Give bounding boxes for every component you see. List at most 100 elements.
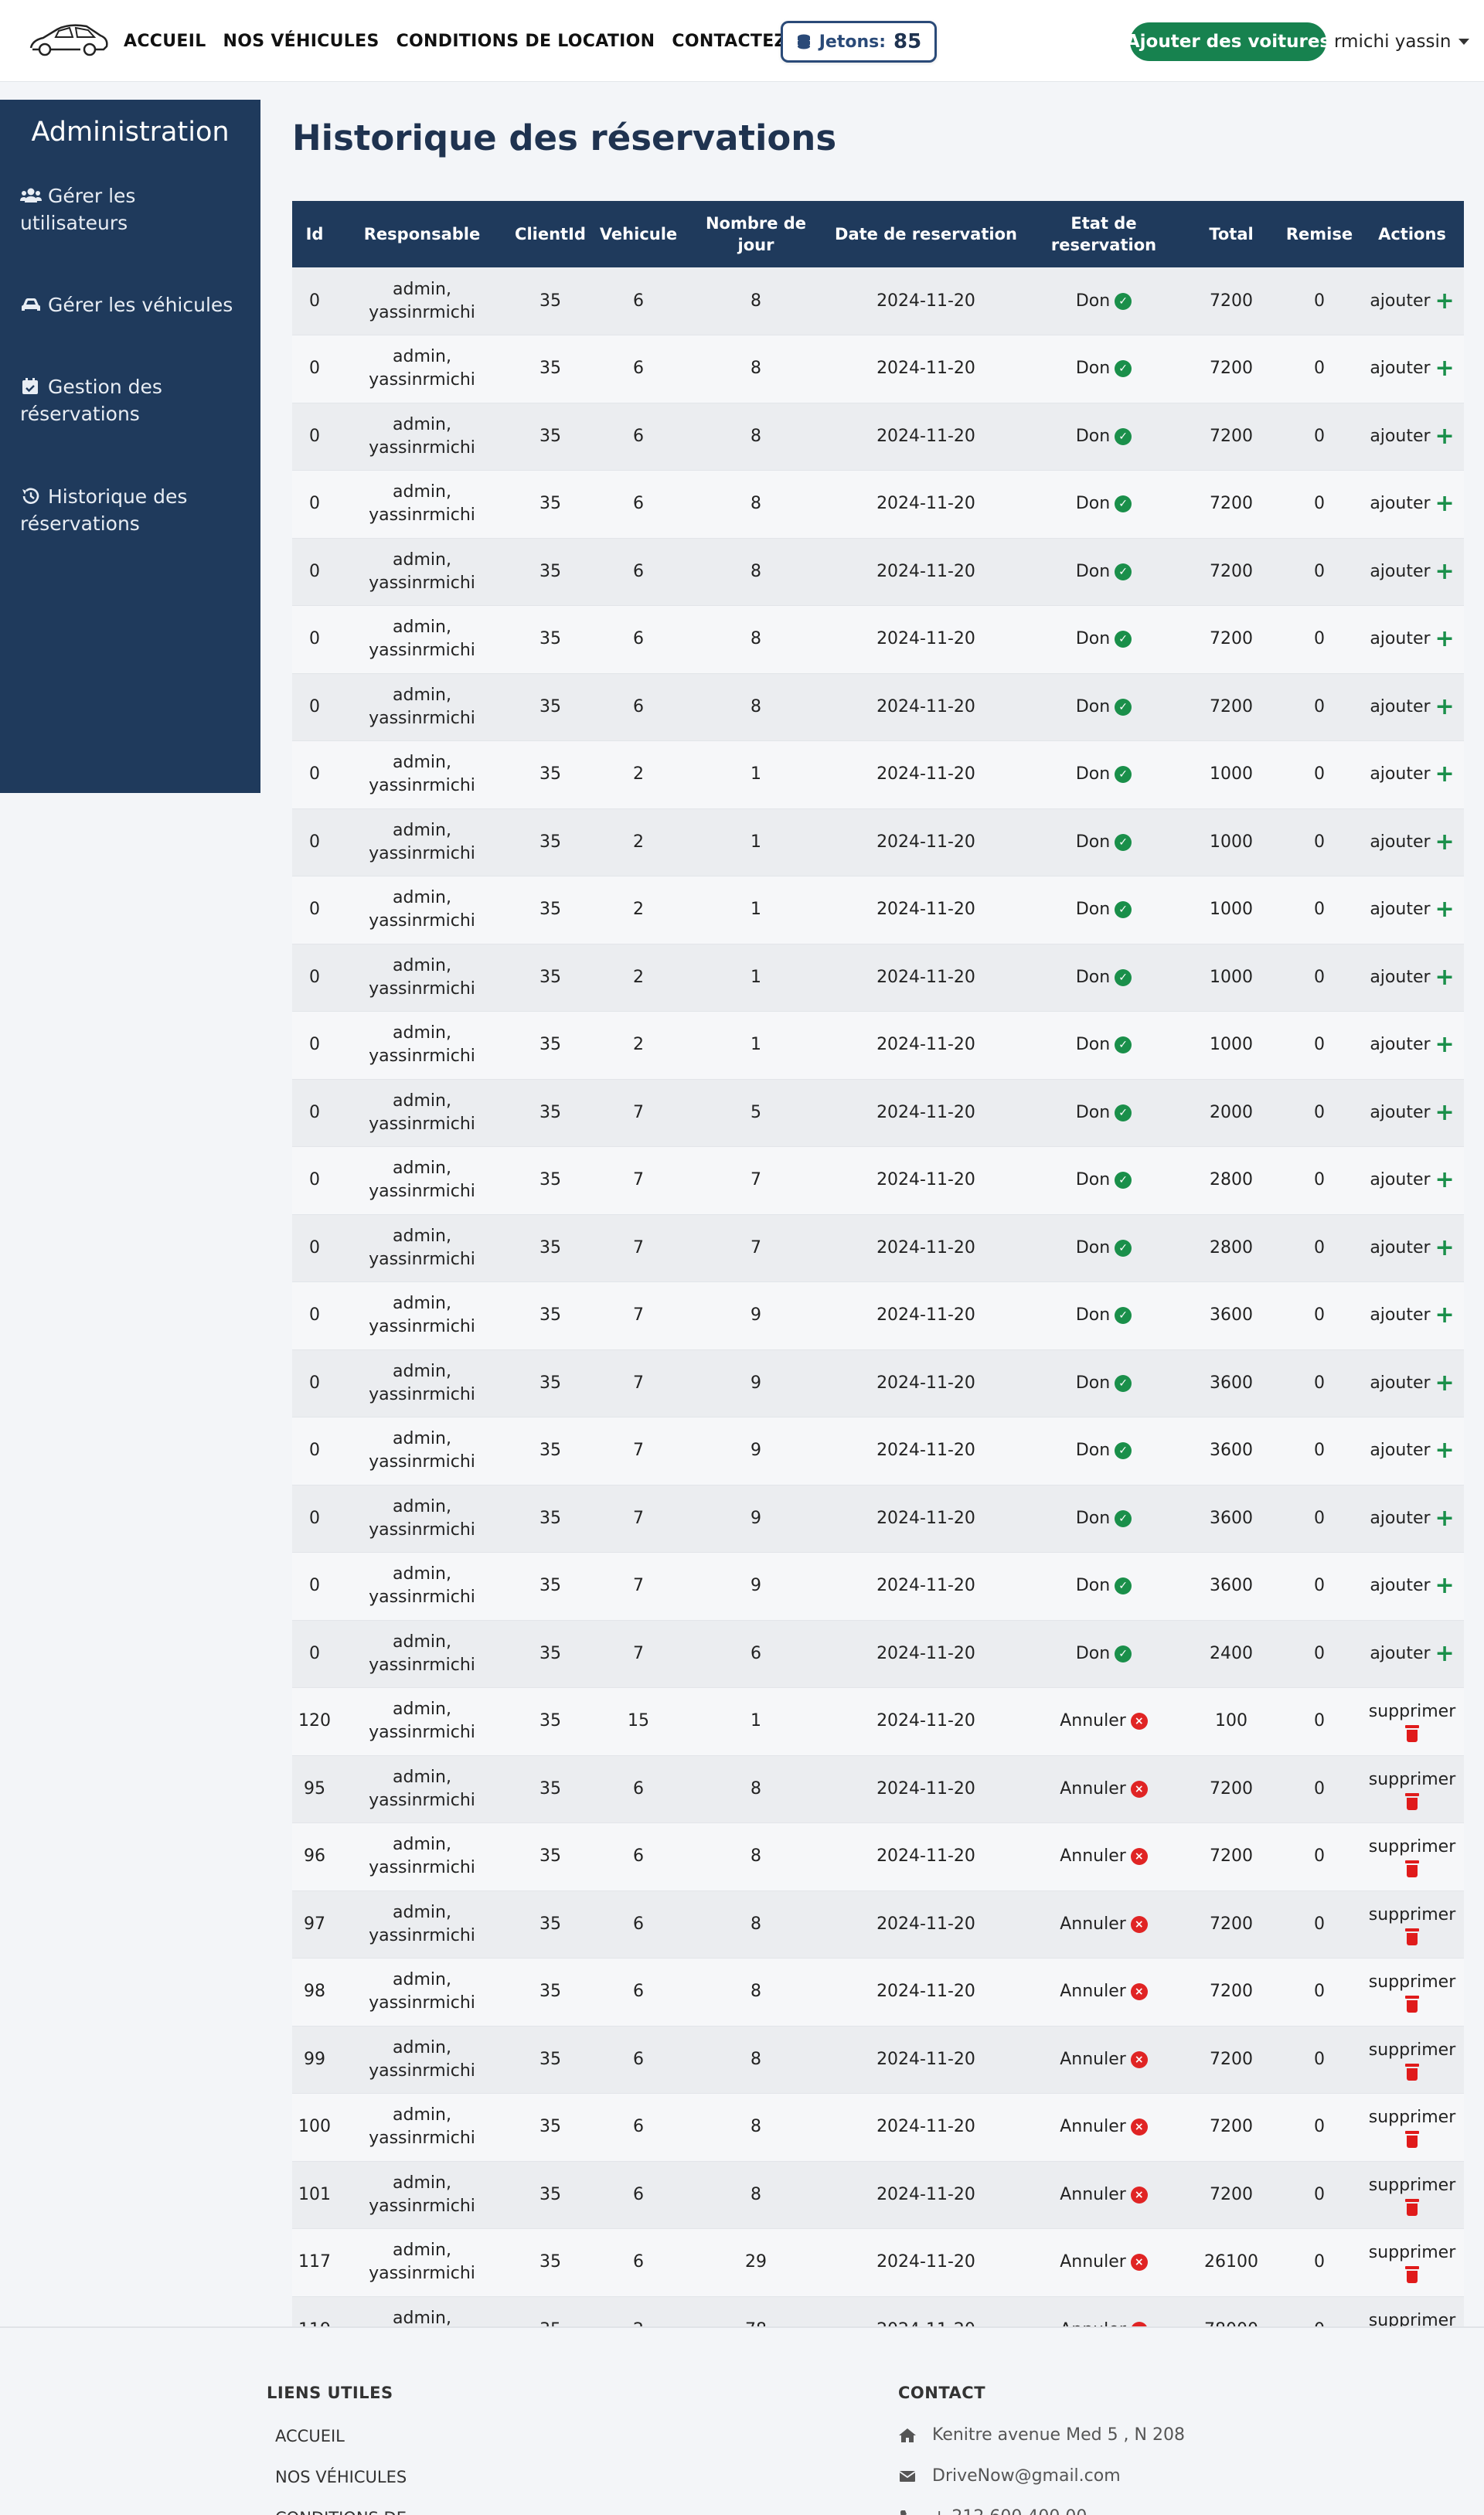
cell-vehicule: 6 [594, 470, 683, 539]
action-label: ajouter [1370, 900, 1431, 920]
delete-button[interactable]: supprimer [1369, 1768, 1455, 1810]
sidebar-item-vehicles[interactable]: Gérer les véhicules [20, 291, 244, 318]
cell-remise: 0 [1278, 1214, 1360, 1282]
footer-link-accueil[interactable]: ACCUEIL [275, 2427, 345, 2445]
action-label: ajouter [1370, 1576, 1431, 1596]
status-badge: Don ✓ [1076, 628, 1132, 651]
cell-date: 2024-11-20 [829, 470, 1023, 539]
x-circle-icon: × [1130, 1780, 1148, 1798]
status-text: Don [1075, 1643, 1111, 1663]
action-label: ajouter [1370, 1643, 1431, 1663]
check-circle-icon: ✓ [1115, 901, 1132, 919]
add-button[interactable]: ajouter + [1370, 763, 1454, 786]
table-row: 0 admin, yassinrmichi 35 7 5 2024-11-20 Don ✓ 20… [292, 1079, 1464, 1147]
home-icon [899, 2428, 916, 2442]
add-button[interactable]: ajouter + [1370, 1033, 1454, 1057]
status-badge: Annuler× [1060, 1845, 1148, 1868]
add-button[interactable]: ajouter + [1370, 1101, 1454, 1125]
nav-conditions[interactable]: CONDITIONS DE LOCATION [397, 32, 655, 51]
status-badge: Don ✓ [1076, 1574, 1132, 1598]
sidebar-item-users[interactable]: Gérer les utilisateurs [20, 182, 244, 237]
nav-accueil[interactable]: ACCUEIL [124, 32, 206, 51]
cell-id: 0 [292, 740, 337, 809]
add-button[interactable]: ajouter + [1370, 965, 1454, 989]
add-button[interactable]: ajouter + [1370, 492, 1454, 516]
cell-remise: 0 [1278, 1349, 1360, 1417]
cell-client-id: 35 [507, 605, 594, 674]
cell-client-id: 35 [507, 1891, 594, 1959]
sidebar-item-history[interactable]: Historique des réservations [20, 483, 244, 537]
cell-date: 2024-11-20 [829, 1822, 1023, 1891]
cell-responsable: admin, yassinrmichi [337, 2228, 507, 2297]
delete-button[interactable]: supprimer [1369, 2039, 1455, 2081]
table-row: 0 admin, yassinrmichi 35 7 9 2024-11-20 Don ✓ 36… [292, 1485, 1464, 1553]
cell-date: 2024-11-20 [829, 403, 1023, 471]
reservations-table: Id Responsable ClientId Vehicule Nombre de j… [292, 201, 1464, 2364]
table-row: 0 admin, yassinrmichi 35 2 1 2024-11-20 Don ✓ 10… [292, 740, 1464, 809]
add-button[interactable]: ajouter + [1370, 1439, 1454, 1462]
cell-etat: Annuler× [1023, 2161, 1184, 2229]
add-button[interactable]: ajouter + [1370, 1642, 1454, 1666]
table-row: 0 admin, yassinrmichi 35 7 9 2024-11-20 Don ✓ 36… [292, 1349, 1464, 1417]
cell-client-id: 35 [507, 1552, 594, 1621]
sidebar-item-reservations[interactable]: Gestion des réservations [20, 373, 244, 427]
add-button[interactable]: ajouter + [1370, 424, 1454, 448]
footer-link-vehicules[interactable]: NOS VÉHICULES [275, 2468, 407, 2486]
cell-total: 7200 [1184, 1958, 1278, 2027]
cell-etat: Don ✓ [1023, 1349, 1184, 1417]
cell-remise: 0 [1278, 1822, 1360, 1891]
add-button[interactable]: ajouter + [1370, 560, 1454, 584]
cell-total: 26100 [1184, 2228, 1278, 2297]
cell-responsable: admin, yassinrmichi [337, 808, 507, 876]
cell-client-id: 35 [507, 267, 594, 335]
delete-button[interactable]: supprimer [1369, 2106, 1455, 2149]
cell-remise: 0 [1278, 1281, 1360, 1350]
table-row: 0 admin, yassinrmichi 35 7 7 2024-11-20 Don ✓ 28… [292, 1146, 1464, 1215]
cell-actions: ajouter + [1360, 267, 1464, 335]
status-text: Annuler [1060, 1846, 1126, 1867]
delete-button[interactable]: supprimer [1369, 1904, 1455, 1945]
check-circle-icon: ✓ [1115, 1442, 1132, 1460]
cell-vehicule: 6 [594, 1755, 683, 1823]
add-button[interactable]: ajouter + [1370, 898, 1454, 921]
column-header: ClientId [507, 201, 594, 267]
add-button[interactable]: ajouter + [1370, 1371, 1454, 1395]
action-label: supprimer [1368, 2243, 1456, 2263]
add-button[interactable]: ajouter + [1370, 1236, 1454, 1260]
car-logo-icon[interactable] [26, 17, 111, 62]
cell-total: 7200 [1184, 335, 1278, 403]
add-button[interactable]: ajouter + [1370, 357, 1454, 380]
cell-total: 7200 [1184, 673, 1278, 741]
cell-actions: ajouter + [1360, 740, 1464, 809]
delete-button[interactable]: supprimer [1369, 1700, 1455, 1743]
trash-icon [1404, 2063, 1419, 2081]
status-badge: Annuler× [1060, 2115, 1148, 2139]
add-button[interactable]: ajouter + [1370, 289, 1454, 313]
add-button[interactable]: ajouter + [1370, 1574, 1454, 1598]
add-cars-button[interactable]: Ajouter des voitures [1126, 22, 1330, 61]
delete-button[interactable]: supprimer [1369, 2174, 1455, 2216]
table-row: 0 admin, yassinrmichi 35 2 1 2024-11-20 Don ✓ 10… [292, 808, 1464, 876]
add-button[interactable]: ajouter + [1370, 1169, 1454, 1192]
cell-id: 0 [292, 1011, 337, 1080]
add-button[interactable]: ajouter + [1370, 695, 1454, 719]
footer-link-conditions[interactable]: CONDITIONS DE [275, 2509, 407, 2515]
delete-button[interactable]: supprimer [1368, 2241, 1456, 2284]
table-row: 97 admin, yassinrmichi 35 6 8 2024-11-20 Annul… [292, 1891, 1464, 1959]
add-button[interactable]: ajouter + [1370, 628, 1454, 651]
nav-vehicules[interactable]: NOS VÉHICULES [223, 32, 380, 51]
delete-button[interactable]: supprimer [1369, 1971, 1455, 2013]
delete-button[interactable]: supprimer [1369, 1836, 1455, 1878]
table-row: 0 admin, yassinrmichi 35 6 8 2024-11-20 Don ✓ 72… [292, 673, 1464, 741]
cell-id: 98 [292, 1958, 337, 2027]
cell-total: 1000 [1184, 740, 1278, 809]
user-menu[interactable]: rmichi yassin [1334, 26, 1470, 57]
add-button[interactable]: ajouter + [1370, 1304, 1454, 1327]
cell-vehicule: 7 [594, 1620, 683, 1688]
cell-date: 2024-11-20 [829, 1417, 1023, 1486]
add-button[interactable]: ajouter + [1370, 830, 1454, 854]
add-button[interactable]: ajouter + [1370, 1506, 1454, 1530]
column-header: Vehicule [594, 201, 683, 267]
cell-nombre-jours: 9 [683, 1552, 829, 1621]
plus-icon: + [1435, 1437, 1455, 1465]
